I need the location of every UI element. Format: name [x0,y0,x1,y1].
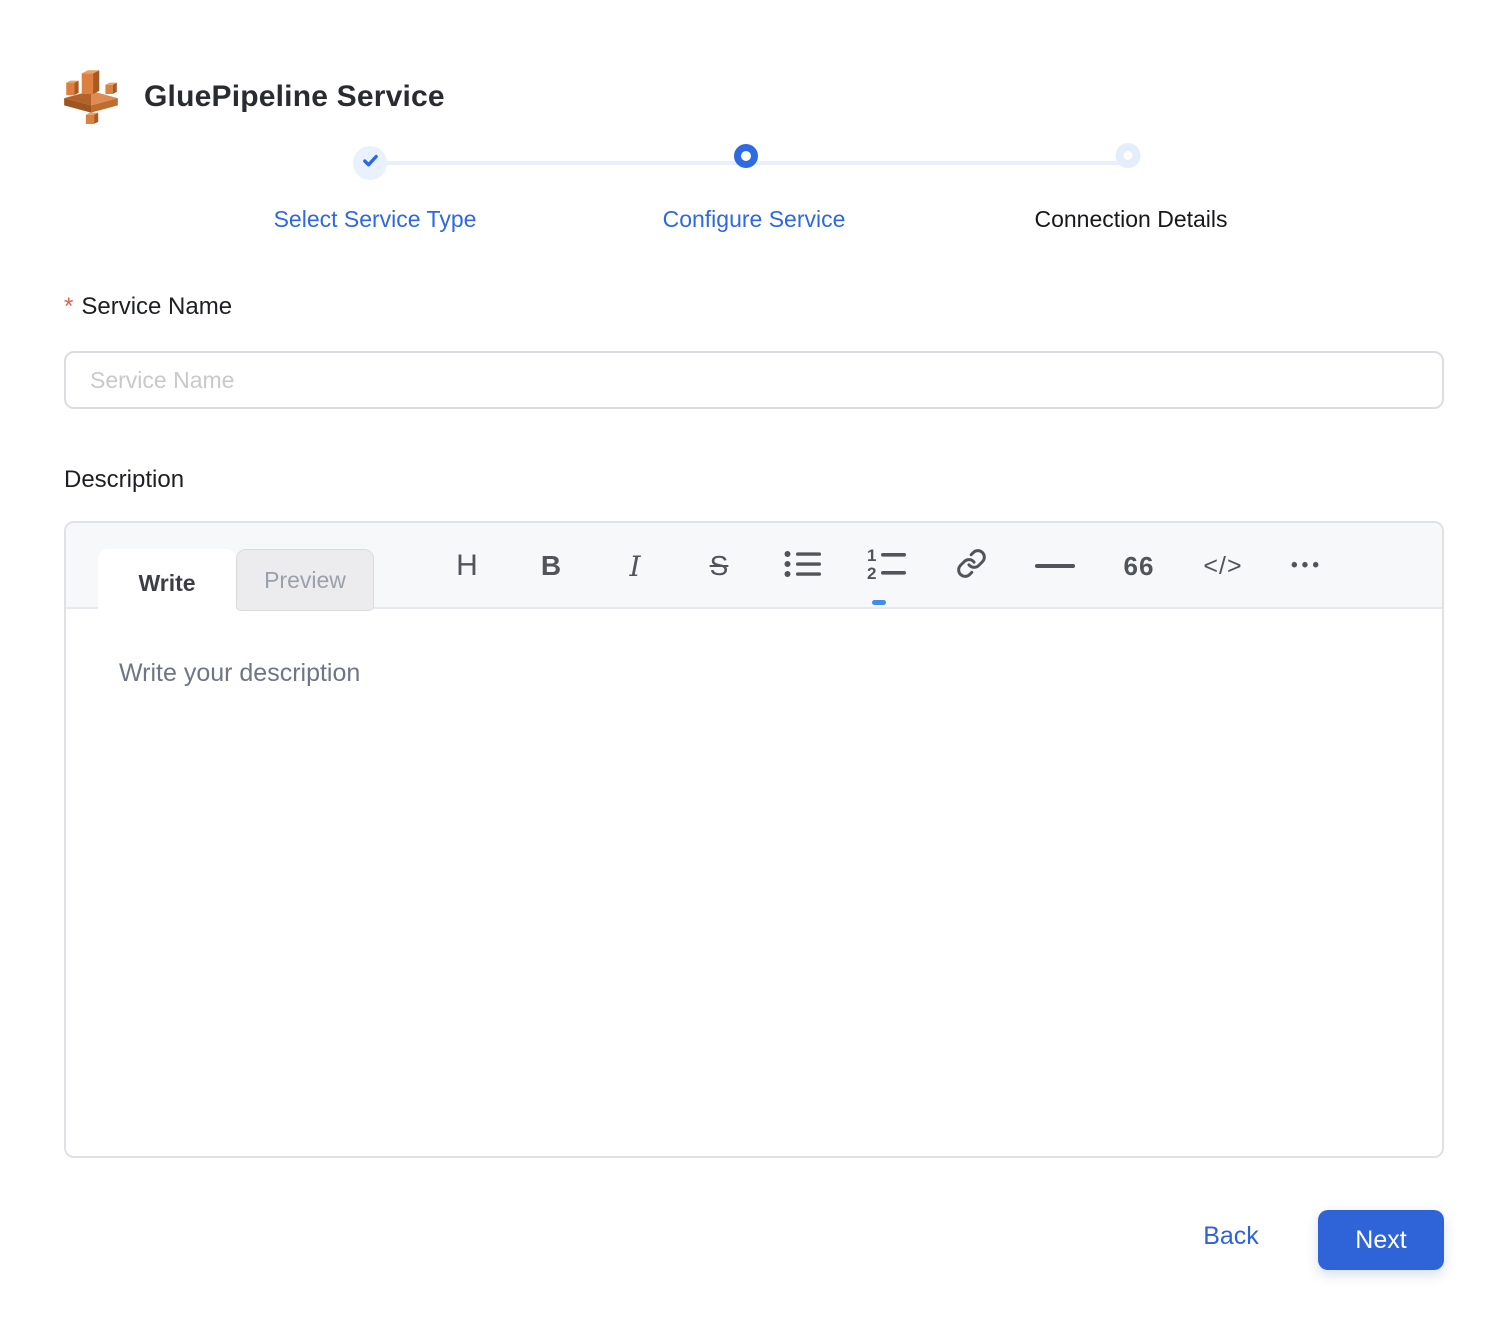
tab-write-label: Write [138,570,195,597]
link-icon [956,548,987,584]
bullet-list-icon [784,549,822,584]
step-label-select-service-type[interactable]: Select Service Type [274,206,477,233]
heading-icon: H [456,549,478,583]
bold-icon: B [541,550,561,582]
service-name-label-text: Service Name [81,293,232,320]
back-button[interactable]: Back [1176,1222,1286,1251]
description-editor: Write Preview H B I S [64,521,1444,1158]
tab-preview[interactable]: Preview [236,549,374,611]
page-title: GluePipeline Service [144,80,445,114]
italic-button[interactable]: I [593,550,677,583]
quote-button[interactable]: 66 [1097,551,1181,582]
next-button[interactable]: Next [1318,1210,1444,1270]
ordered-list-button[interactable]: 1 2 [845,548,929,585]
svg-text:1: 1 [867,548,876,565]
link-button[interactable] [929,548,1013,584]
required-asterisk: * [64,293,73,320]
step-connection-details-circle[interactable] [1116,143,1141,168]
step-label-configure-service[interactable]: Configure Service [663,206,846,233]
tab-write[interactable]: Write [98,549,236,617]
step-configure-service-circle[interactable] [734,144,758,168]
horizontal-rule-button[interactable] [1013,564,1097,568]
italic-icon: I [629,550,640,583]
heading-button[interactable]: H [425,549,509,583]
configure-service-page: GluePipeline Service Select Service Type… [0,0,1510,1334]
brand-header: GluePipeline Service [62,62,445,131]
stepper: Select Service Type Configure Service Co… [0,132,1510,252]
glue-pipeline-logo-icon [62,62,120,131]
tab-preview-label: Preview [264,567,346,594]
more-icon: ••• [1291,555,1323,577]
more-button[interactable]: ••• [1265,555,1349,577]
code-icon: </> [1203,552,1242,581]
check-icon [360,150,381,176]
service-name-input[interactable] [64,351,1444,409]
description-label: Description [64,466,184,494]
stepper-connector-2 [752,161,1122,165]
ordered-list-icon: 1 2 [867,548,907,585]
code-button[interactable]: </> [1181,552,1265,581]
svg-text:2: 2 [867,564,876,580]
strikethrough-icon: S [710,550,729,582]
editor-toolbar: H B I S [425,523,1349,609]
step-label-connection-details[interactable]: Connection Details [1034,206,1227,233]
service-name-label: * Service Name [64,293,232,321]
description-textarea[interactable] [66,611,1442,1157]
strikethrough-button[interactable]: S [677,550,761,582]
bullet-list-button[interactable] [761,549,845,584]
step-select-service-type-circle[interactable] [353,146,387,180]
bold-button[interactable]: B [509,550,593,582]
stepper-connector-1 [376,161,740,165]
quote-icon: 66 [1124,551,1155,582]
horizontal-rule-icon [1035,564,1075,568]
